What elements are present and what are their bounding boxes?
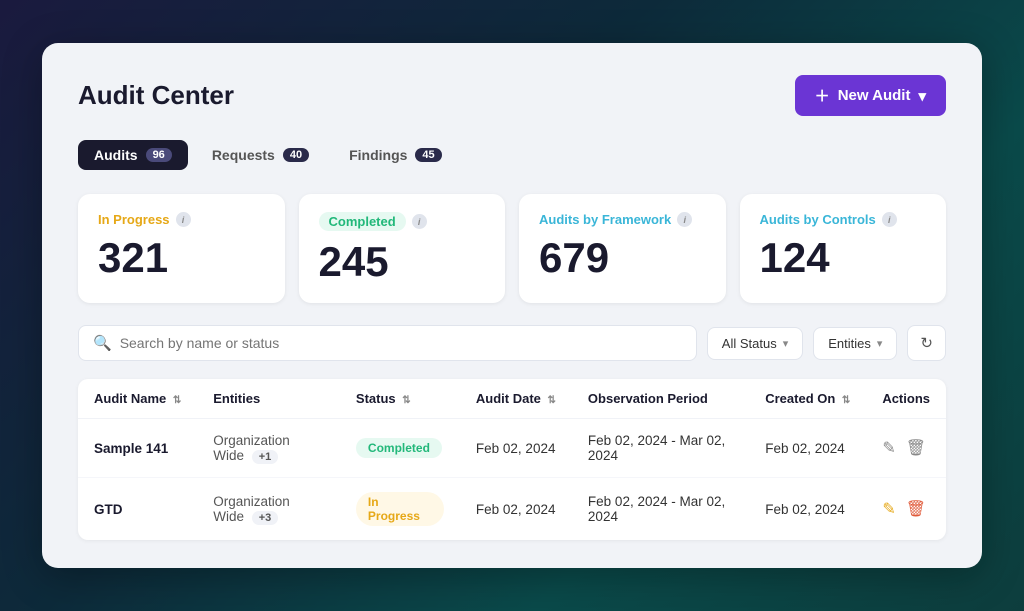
stat-label-controls: Audits by Controls — [760, 212, 876, 227]
stat-value-completed: 245 — [319, 241, 486, 283]
status-filter-button[interactable]: All Status ▾ — [707, 327, 803, 360]
tab-requests[interactable]: Requests 40 — [196, 140, 325, 170]
sort-icon-audit-name: ⇅ — [173, 395, 181, 406]
search-filter-row: 🔍 All Status ▾ Entities ▾ ↻ — [78, 325, 946, 361]
audit-name-cell: GTD — [78, 478, 197, 541]
delete-icon[interactable]: 🗑 — [906, 499, 926, 519]
status-badge: In Progress — [356, 492, 444, 526]
col-status[interactable]: Status ⇅ — [340, 379, 460, 419]
tab-requests-label: Requests — [212, 147, 275, 163]
col-entities: Entities — [197, 379, 340, 419]
tab-findings-badge: 45 — [415, 148, 441, 162]
tab-audits[interactable]: Audits 96 — [78, 140, 188, 170]
audit-table-wrap: Audit Name ⇅ Entities Status ⇅ Audit Dat… — [78, 379, 946, 540]
stat-value-controls: 124 — [760, 237, 927, 279]
entity-extra: +1 — [252, 450, 279, 464]
page-header: Audit Center ＋ New Audit ▾ — [78, 75, 946, 116]
status-cell: Completed — [340, 419, 460, 478]
tab-bar: Audits 96 Requests 40 Findings 45 — [78, 140, 946, 170]
action-cell: ✎ 🗑 — [882, 438, 930, 458]
sort-icon-audit-date: ⇅ — [548, 395, 556, 406]
chevron-down-icon-status: ▾ — [783, 337, 789, 350]
observation-period-cell: Feb 02, 2024 - Mar 02, 2024 — [572, 419, 749, 478]
entity-cell: Organization Wide +1 — [197, 419, 340, 478]
tab-requests-badge: 40 — [283, 148, 309, 162]
sort-icon-created-on: ⇅ — [842, 395, 850, 406]
col-audit-date[interactable]: Audit Date ⇅ — [460, 379, 572, 419]
status-badge: Completed — [356, 438, 442, 458]
table-row: GTD Organization Wide +3 In Progress Feb… — [78, 478, 946, 541]
entity-extra: +3 — [252, 511, 279, 525]
search-box: 🔍 — [78, 325, 697, 361]
stat-value-in-progress: 321 — [98, 237, 265, 279]
sort-icon-status: ⇅ — [402, 395, 410, 406]
stat-label-row-framework: Audits by Framework i — [539, 212, 706, 227]
observation-period-cell: Feb 02, 2024 - Mar 02, 2024 — [572, 478, 749, 541]
action-cell: ✎ 🗑 — [882, 499, 930, 519]
entities-filter-label: Entities — [828, 336, 871, 351]
col-actions: Actions — [866, 379, 946, 419]
audit-date-cell: Feb 02, 2024 — [460, 419, 572, 478]
audit-table: Audit Name ⇅ Entities Status ⇅ Audit Dat… — [78, 379, 946, 540]
actions-cell: ✎ 🗑 — [866, 419, 946, 478]
table-row: Sample 141 Organization Wide +1 Complete… — [78, 419, 946, 478]
tab-audits-badge: 96 — [146, 148, 172, 162]
refresh-button[interactable]: ↻ — [907, 325, 946, 361]
created-on-cell: Feb 02, 2024 — [749, 419, 866, 478]
stat-label-row-in-progress: In Progress i — [98, 212, 265, 227]
stat-label-row-completed: Completed i — [319, 212, 486, 231]
info-icon-in-progress[interactable]: i — [176, 212, 191, 227]
edit-icon[interactable]: ✎ — [882, 499, 895, 519]
audit-date-cell: Feb 02, 2024 — [460, 478, 572, 541]
col-audit-name[interactable]: Audit Name ⇅ — [78, 379, 197, 419]
new-audit-label: New Audit — [838, 87, 911, 104]
stat-card-completed: Completed i 245 — [299, 194, 506, 303]
search-input[interactable] — [120, 335, 682, 351]
tab-findings[interactable]: Findings 45 — [333, 140, 458, 170]
status-cell: In Progress — [340, 478, 460, 541]
table-header-row: Audit Name ⇅ Entities Status ⇅ Audit Dat… — [78, 379, 946, 419]
entity-cell: Organization Wide +3 — [197, 478, 340, 541]
created-on-cell: Feb 02, 2024 — [749, 478, 866, 541]
tab-findings-label: Findings — [349, 147, 407, 163]
stats-row: In Progress i 321 Completed i 245 Audits… — [78, 194, 946, 303]
info-icon-framework[interactable]: i — [677, 212, 692, 227]
chevron-down-icon: ▾ — [918, 87, 926, 105]
chevron-down-icon-entities: ▾ — [877, 337, 883, 350]
page-title: Audit Center — [78, 80, 234, 111]
audit-name-cell: Sample 141 — [78, 419, 197, 478]
stat-label-row-controls: Audits by Controls i — [760, 212, 927, 227]
info-icon-controls[interactable]: i — [882, 212, 897, 227]
refresh-icon: ↻ — [920, 334, 933, 352]
info-icon-completed[interactable]: i — [412, 214, 427, 229]
stat-card-audits-by-framework: Audits by Framework i 679 — [519, 194, 726, 303]
stat-card-audits-by-controls: Audits by Controls i 124 — [740, 194, 947, 303]
col-created-on[interactable]: Created On ⇅ — [749, 379, 866, 419]
stat-value-framework: 679 — [539, 237, 706, 279]
stat-label-completed: Completed — [319, 212, 406, 231]
delete-icon[interactable]: 🗑 — [906, 438, 926, 458]
status-filter-label: All Status — [722, 336, 777, 351]
stat-label-in-progress: In Progress — [98, 212, 170, 227]
entities-filter-button[interactable]: Entities ▾ — [813, 327, 897, 360]
stat-card-in-progress: In Progress i 321 — [78, 194, 285, 303]
actions-cell: ✎ 🗑 — [866, 478, 946, 541]
new-audit-button[interactable]: ＋ New Audit ▾ — [795, 75, 946, 116]
col-observation-period: Observation Period — [572, 379, 749, 419]
edit-icon[interactable]: ✎ — [882, 438, 895, 458]
plus-icon: ＋ — [815, 85, 830, 106]
stat-label-framework: Audits by Framework — [539, 212, 671, 227]
search-icon: 🔍 — [93, 334, 112, 352]
main-card: Audit Center ＋ New Audit ▾ Audits 96 Req… — [42, 43, 982, 568]
tab-audits-label: Audits — [94, 147, 138, 163]
